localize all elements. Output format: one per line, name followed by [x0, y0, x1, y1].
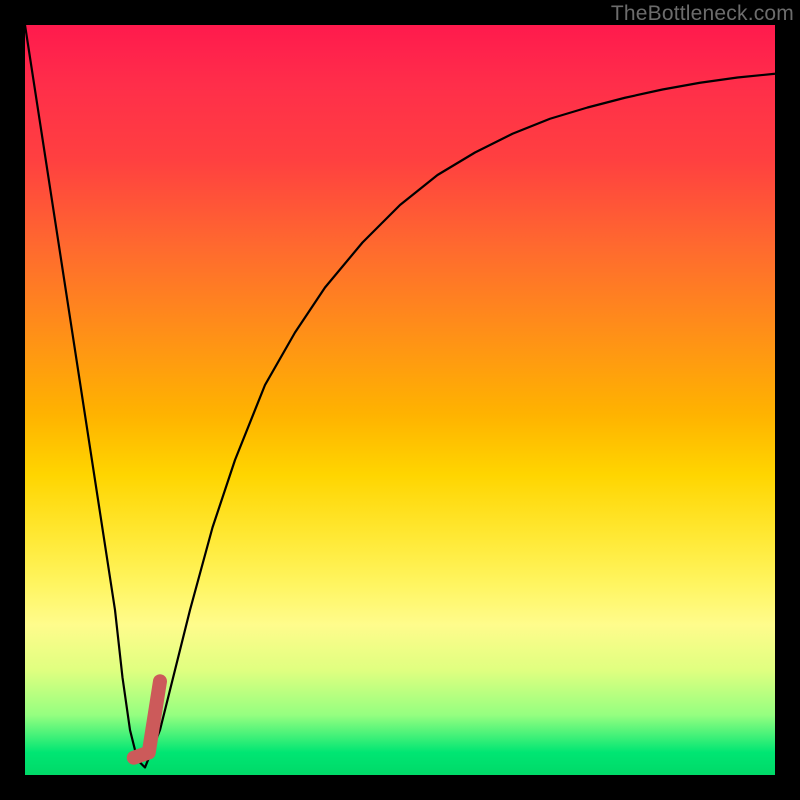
bottleneck-curve — [25, 25, 775, 768]
watermark-text: TheBottleneck.com — [611, 2, 794, 26]
chart-container: TheBottleneck.com — [0, 0, 800, 800]
plot-area — [25, 25, 775, 775]
selected-marker — [134, 681, 160, 758]
curve-layer — [25, 25, 775, 775]
